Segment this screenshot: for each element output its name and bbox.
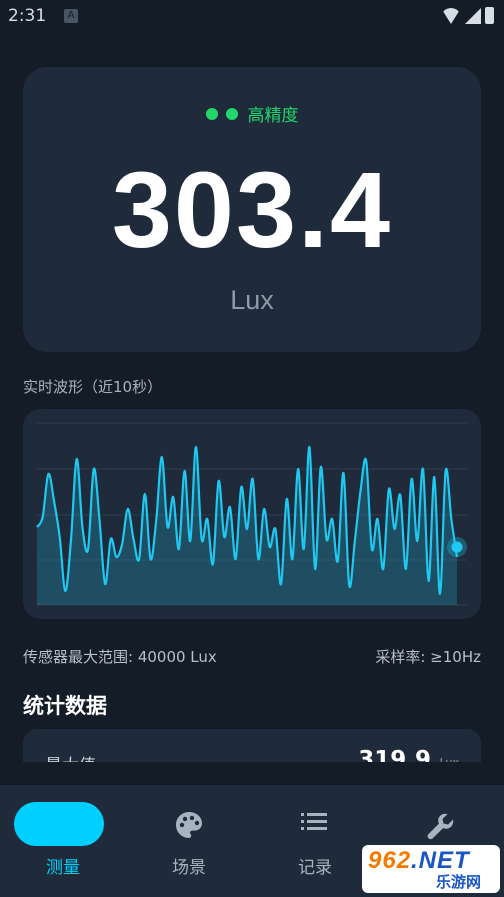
- lux-unit: Lux: [230, 285, 274, 315]
- status-time: 2:31: [8, 6, 47, 26]
- notification-icon: A: [64, 9, 78, 23]
- nav-label-measure: 测量: [46, 858, 80, 878]
- waveform-title: 实时波形（近10秒）: [23, 378, 163, 396]
- waveform-card: [23, 409, 481, 619]
- status-dot-icon: [205, 107, 218, 120]
- status-dot-icon: [225, 107, 238, 120]
- precision-label: 高精度: [247, 106, 299, 126]
- precision-indicator: 高精度: [23, 101, 481, 126]
- nav-active-indicator: [14, 802, 104, 846]
- wrench-icon: [427, 813, 454, 840]
- palette-icon: [176, 812, 202, 838]
- sample-rate: 采样率: ≥10Hz: [375, 648, 481, 666]
- sensor-range: 传感器最大范围: 40000 Lux: [23, 648, 217, 666]
- status-icons: [441, 7, 494, 24]
- stats-title: 统计数据: [23, 694, 107, 718]
- watermark-logo: 962.NET 乐游网: [362, 845, 500, 893]
- watermark-site: 乐游网: [436, 873, 482, 891]
- nav-item-scene[interactable]: 场景: [126, 785, 252, 897]
- waveform-graph: [36, 422, 467, 606]
- list-icon: [301, 813, 327, 830]
- waveform-current-marker: [451, 541, 463, 553]
- battery-icon: [485, 7, 494, 24]
- nav-item-records[interactable]: 记录: [252, 785, 378, 897]
- nav-label-records: 记录: [298, 858, 332, 878]
- reading-card: 高精度 303.4 Lux: [23, 67, 481, 352]
- status-bar: 2:31 A: [0, 0, 504, 34]
- scroll-divider: [0, 762, 504, 786]
- nav-item-measure[interactable]: 测量: [0, 785, 126, 897]
- nav-label-scene: 场景: [172, 858, 206, 878]
- lux-value: 303.4: [111, 149, 393, 270]
- wifi-icon: [441, 8, 461, 24]
- signal-icon: [465, 8, 481, 24]
